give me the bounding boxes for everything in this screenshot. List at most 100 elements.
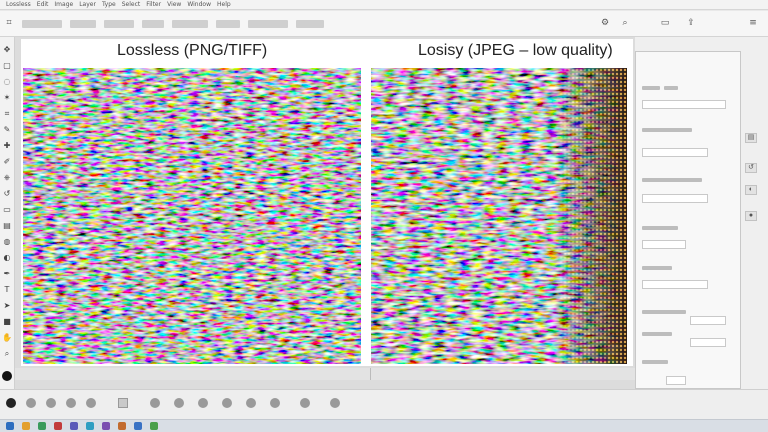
toolbox: ✥ ▢ ◌ ✶ ⌗ ✎ ✚ ✐ ⎈ ↺ ▭ ▤ ◍ ◐ ✒ T ➤ ■ ✋ ⌕: [0, 37, 15, 389]
zoom-in-icon[interactable]: [222, 398, 232, 408]
prop-label: [642, 178, 702, 182]
heal-icon[interactable]: ✚: [2, 141, 12, 151]
prop-field[interactable]: [642, 148, 708, 157]
option-field[interactable]: [172, 20, 208, 28]
play-icon[interactable]: [26, 398, 36, 408]
menu-bar: Lossless Edit Image Layer Type Select Fi…: [0, 0, 768, 10]
layers-icon[interactable]: ▤: [745, 133, 757, 143]
text-icon[interactable]: T: [2, 285, 12, 295]
prop-field[interactable]: [666, 376, 686, 385]
prop-field[interactable]: [642, 194, 708, 203]
prop-label: [642, 86, 660, 90]
app-icon[interactable]: [118, 422, 126, 430]
search-icon[interactable]: ⌕: [620, 18, 630, 28]
option-field[interactable]: [216, 20, 240, 28]
prop-label: [642, 310, 686, 314]
option-field[interactable]: [104, 20, 134, 28]
app-icon[interactable]: [102, 422, 110, 430]
menu-item-help[interactable]: Help: [217, 1, 231, 8]
prop-label: [642, 128, 692, 132]
crop-icon[interactable]: ⌗: [4, 18, 14, 28]
properties-panel: [635, 51, 741, 389]
options-bar: ⌗ ⚙ ⌕ ▭ ⇪ ≡: [0, 11, 768, 37]
hand-icon[interactable]: [300, 398, 310, 408]
app-icon[interactable]: [22, 422, 30, 430]
option-field[interactable]: [70, 20, 96, 28]
app-icon[interactable]: [54, 422, 62, 430]
history-icon[interactable]: ↺: [2, 189, 12, 199]
audio-icon[interactable]: [150, 398, 160, 408]
rewind-icon[interactable]: [46, 398, 56, 408]
menu-item-edit[interactable]: Edit: [37, 1, 49, 8]
prop-field[interactable]: [642, 240, 686, 249]
grid-icon[interactable]: [330, 398, 340, 408]
frame-icon[interactable]: [118, 398, 128, 408]
prop-field[interactable]: [690, 338, 726, 347]
prop-label: [642, 360, 668, 364]
zoom-icon[interactable]: ⌕: [2, 349, 12, 359]
menu-item-window[interactable]: Window: [187, 1, 211, 8]
marquee-icon[interactable]: ▢: [2, 61, 12, 71]
history-panel-icon[interactable]: ↺: [745, 163, 757, 173]
forward-icon[interactable]: [66, 398, 76, 408]
prop-label: [642, 266, 672, 270]
canvas-area: Lossless (PNG/TIFF) Losisy (JPEG – low q…: [15, 37, 635, 389]
app-icon[interactable]: [150, 422, 158, 430]
path-icon[interactable]: ➤: [2, 301, 12, 311]
lasso-icon[interactable]: ◌: [2, 77, 12, 87]
settings-icon[interactable]: [174, 398, 184, 408]
status-bar: [15, 368, 635, 380]
bottom-bar: [0, 389, 768, 419]
brush-icon[interactable]: ✐: [2, 157, 12, 167]
gradient-icon[interactable]: ▤: [2, 221, 12, 231]
zoom-out-icon[interactable]: [246, 398, 256, 408]
prop-field[interactable]: [642, 100, 726, 109]
stamp-icon[interactable]: ⎈: [2, 173, 12, 183]
menu-item-type[interactable]: Type: [102, 1, 116, 8]
separator: [370, 368, 371, 380]
prop-field[interactable]: [690, 316, 726, 325]
app-icon[interactable]: [70, 422, 78, 430]
menu-item-filter[interactable]: Filter: [146, 1, 161, 8]
option-field[interactable]: [142, 20, 164, 28]
settings-icon[interactable]: ⚙: [600, 18, 610, 28]
option-field[interactable]: [296, 20, 324, 28]
start-icon[interactable]: [6, 422, 14, 430]
app-icon[interactable]: [86, 422, 94, 430]
menu-icon[interactable]: ≡: [748, 18, 758, 28]
workspace-icon[interactable]: ▭: [660, 18, 670, 28]
record-icon[interactable]: [6, 398, 16, 408]
menu-item-select[interactable]: Select: [122, 1, 141, 8]
document-canvas[interactable]: Lossless (PNG/TIFF) Losisy (JPEG – low q…: [21, 39, 633, 366]
dodge-icon[interactable]: ◐: [2, 253, 12, 263]
taskbar: [0, 419, 768, 432]
share-icon[interactable]: ⇪: [686, 18, 696, 28]
fit-icon[interactable]: [270, 398, 280, 408]
prop-field[interactable]: [642, 280, 708, 289]
loop-icon[interactable]: [86, 398, 96, 408]
option-field[interactable]: [248, 20, 288, 28]
prop-label: [642, 226, 678, 230]
wand-icon[interactable]: ✶: [2, 93, 12, 103]
crop-tool-icon[interactable]: ⌗: [2, 109, 12, 119]
blur-icon[interactable]: ◍: [2, 237, 12, 247]
color-icon[interactable]: ●: [745, 211, 757, 221]
pen-icon[interactable]: ✒: [2, 269, 12, 279]
app-icon[interactable]: [134, 422, 142, 430]
menu-item-view[interactable]: View: [167, 1, 181, 8]
eraser-icon[interactable]: ▭: [2, 205, 12, 215]
app-icon[interactable]: [38, 422, 46, 430]
adjustments-icon[interactable]: ◐: [745, 185, 757, 195]
menu-item-file[interactable]: Lossless: [6, 1, 31, 8]
lossless-image: [23, 68, 361, 364]
menu-item-image[interactable]: Image: [54, 1, 73, 8]
foreground-color-icon[interactable]: [2, 371, 12, 381]
hand-icon[interactable]: ✋: [2, 333, 12, 343]
shape-icon[interactable]: ■: [2, 317, 12, 327]
eyedropper-icon[interactable]: ✎: [2, 125, 12, 135]
menu-item-layer[interactable]: Layer: [79, 1, 96, 8]
right-panel: ▤ ↺ ◐ ●: [635, 37, 768, 389]
move-icon[interactable]: ✥: [2, 45, 12, 55]
option-field[interactable]: [22, 20, 62, 28]
export-icon[interactable]: [198, 398, 208, 408]
